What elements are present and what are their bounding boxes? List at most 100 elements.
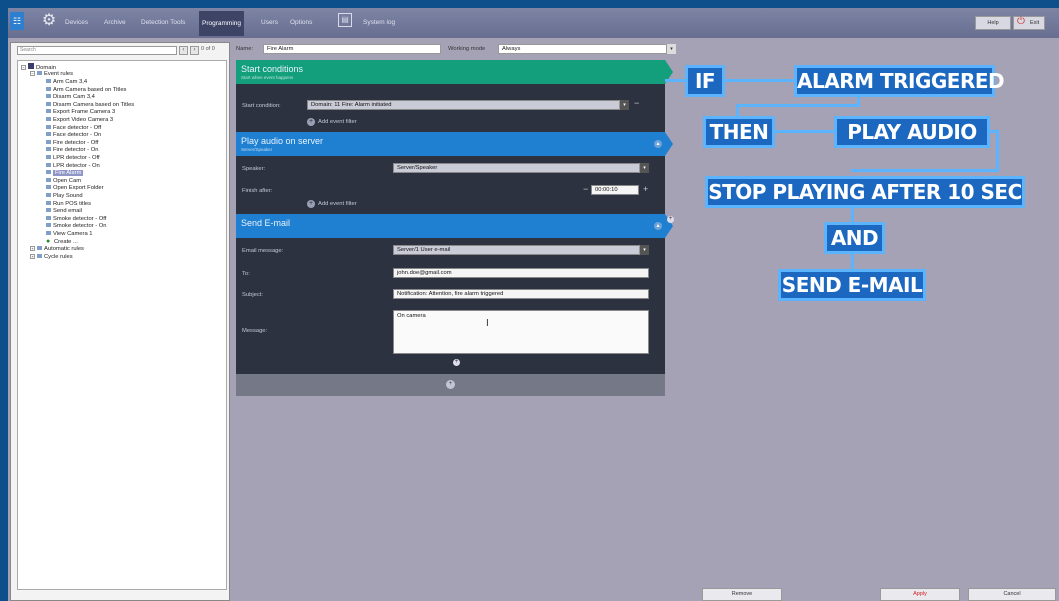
expand-toggle-icon[interactable]: + xyxy=(30,253,35,259)
tree-item-rule[interactable]: LPR detector - Off xyxy=(46,155,100,162)
exit-label: Exit xyxy=(1030,20,1040,26)
collapse-toggle-icon[interactable]: − xyxy=(21,65,26,70)
tree-item-label: Export Video Camera 3 xyxy=(53,117,114,123)
email-message-value: Server/1 User e-mail xyxy=(397,247,451,253)
chevron-down-icon: ▾ xyxy=(666,44,676,54)
tree-item-rule[interactable]: Face detector - On xyxy=(46,132,101,139)
tree-item-rule[interactable]: Export Video Camera 3 xyxy=(46,117,113,124)
connector-line xyxy=(851,169,999,172)
tree-item-rule[interactable]: View Camera 1 xyxy=(46,231,93,238)
tab-devices[interactable]: Devices xyxy=(65,16,88,30)
apply-button[interactable]: Apply xyxy=(880,588,960,601)
working-mode-value: Always xyxy=(502,46,521,52)
tree-item-rule[interactable]: Open Export Folder xyxy=(46,185,104,192)
increase-time-icon[interactable]: + xyxy=(643,184,648,194)
expand-toggle-icon[interactable]: + xyxy=(30,246,35,252)
tree-item-rule[interactable]: Send email xyxy=(46,208,82,215)
add-event-filter-button[interactable]: + Add event filter xyxy=(307,118,357,126)
tree-item-rule[interactable]: Fire detector - Off xyxy=(46,139,98,147)
app-menu-icon[interactable]: ☷ xyxy=(10,12,24,30)
rule-icon xyxy=(46,208,51,213)
working-mode-select[interactable]: Always ▾ xyxy=(498,44,676,54)
tree-item-rule[interactable]: Smoke detector - On xyxy=(46,223,106,230)
decrease-time-icon[interactable]: − xyxy=(583,184,588,194)
search-input[interactable]: Search xyxy=(17,46,177,55)
tab-detection-tools[interactable]: Detection Tools xyxy=(141,16,185,30)
collapse-icon[interactable]: ▴ xyxy=(654,222,662,230)
tree-item-rule[interactable]: Export Frame Camera 3 xyxy=(46,109,115,116)
create-label: Create ... xyxy=(54,238,78,245)
add-icon: ● xyxy=(46,237,51,245)
remove-condition-icon[interactable]: − xyxy=(634,98,639,108)
tree-item-rule[interactable]: Disarm Cam 3,4 xyxy=(46,94,95,101)
finish-after-input[interactable]: 00:00:10 xyxy=(591,185,639,195)
message-textarea[interactable]: On camera xyxy=(393,310,649,354)
name-label: Name: xyxy=(236,46,254,52)
tab-options[interactable]: Options xyxy=(290,16,312,30)
speaker-label: Speaker: xyxy=(242,166,266,172)
chevron-down-icon: ▾ xyxy=(619,100,629,110)
tab-system-log[interactable]: System log xyxy=(363,16,395,30)
tree-item-rule[interactable]: Smoke detector - Off xyxy=(46,215,106,223)
tab-archive[interactable]: Archive xyxy=(104,16,126,30)
send-email-header[interactable]: Send E-mail ▴ xyxy=(236,214,673,238)
search-next-button[interactable]: › xyxy=(190,46,199,55)
tree-item-rule[interactable]: Run POS titles xyxy=(46,200,92,208)
add-event-filter-label: Add event filter xyxy=(318,201,357,207)
search-prev-button[interactable]: ‹ xyxy=(179,46,188,55)
tree-node-cycle-rules[interactable]: + Cycle rules xyxy=(30,253,73,261)
tree-item-rule[interactable]: Face detector - Off xyxy=(46,124,101,132)
rule-icon xyxy=(46,86,51,91)
tab-programming[interactable]: Programming xyxy=(199,11,245,36)
app-window: ☷ ⚙ Devices Archive Detection Tools Prog… xyxy=(8,8,1059,601)
tree-item-rule[interactable]: Arm Camera based on Titles xyxy=(46,86,126,94)
rule-icon xyxy=(46,162,51,167)
remove-button[interactable]: Remove xyxy=(702,588,782,601)
rule-icon xyxy=(46,223,51,228)
search-result-count: 0 of 0 xyxy=(201,46,215,52)
settings-gear-icon[interactable]: ⚙ xyxy=(39,11,59,31)
rule-editor-panel: Start conditions Start when event happen… xyxy=(236,60,673,390)
tree-item-label: Send email xyxy=(53,208,83,215)
rule-icon xyxy=(46,94,51,99)
tree-item-label: Run POS titles xyxy=(53,200,92,207)
add-event-filter-button-2[interactable]: + Add event filter xyxy=(307,200,357,208)
rule-group-icon xyxy=(37,246,42,251)
cancel-button[interactable]: Cancel xyxy=(968,588,1056,601)
expand-side-icon[interactable]: + xyxy=(667,216,674,223)
tree-node-domain[interactable]: − Domain xyxy=(21,63,56,71)
collapse-icon[interactable]: ▴ xyxy=(654,140,662,148)
tree-item-rule[interactable]: LPR detector - On xyxy=(46,162,100,170)
tree-item-rule[interactable]: Open Cam xyxy=(46,177,81,185)
create-rule-item[interactable]: ● Create ... xyxy=(46,237,78,246)
tree-item-rule[interactable]: Arm Cam 3,4 xyxy=(46,79,87,86)
tree-item-rule[interactable]: Disarm Camera based on Titles xyxy=(46,101,135,109)
subject-label: Subject: xyxy=(242,292,263,298)
annotation-send-email: SEND E-MAIL xyxy=(778,269,926,301)
subject-input[interactable]: Notification: Attention, fire alarm trig… xyxy=(393,289,649,299)
tree-node-event-rules[interactable]: − Event rules xyxy=(30,71,73,78)
collapse-toggle-icon[interactable]: − xyxy=(30,71,35,76)
rule-icon xyxy=(46,101,51,106)
exit-button[interactable]: ⏻ Exit xyxy=(1013,16,1045,30)
tab-users[interactable]: Users xyxy=(261,16,278,30)
rule-icon xyxy=(46,231,51,235)
start-condition-select[interactable]: Domain: 11 Fire: Alarm initiated ▾ xyxy=(307,100,629,110)
rule-name-input[interactable]: Fire Alarm xyxy=(263,44,441,54)
tree-item-rule[interactable]: Play Sound xyxy=(46,193,83,200)
rule-icon xyxy=(46,139,51,144)
tree-item-rule[interactable]: Fire detector - On xyxy=(46,147,98,154)
add-action-strip[interactable]: + xyxy=(236,374,665,396)
help-button[interactable]: Help xyxy=(975,16,1011,30)
tree-item-label: Play Sound xyxy=(53,193,83,199)
speaker-select[interactable]: Server/Speaker ▾ xyxy=(393,163,649,173)
to-input[interactable]: john.doe@gmail.com xyxy=(393,268,649,278)
rule-icon xyxy=(46,200,51,205)
tree-item-rule[interactable]: Fire Alarm xyxy=(46,170,84,177)
tree-item-label: Disarm Camera based on Titles xyxy=(53,101,135,108)
email-message-select[interactable]: Server/1 User e-mail ▾ xyxy=(393,245,649,255)
system-log-icon[interactable]: ▤ xyxy=(338,13,352,27)
play-audio-header[interactable]: Play audio on server Server/Speaker ▴ xyxy=(236,132,673,156)
tree-node-automatic-rules[interactable]: + Automatic rules xyxy=(30,246,84,253)
add-action-icon[interactable]: + xyxy=(453,359,460,366)
